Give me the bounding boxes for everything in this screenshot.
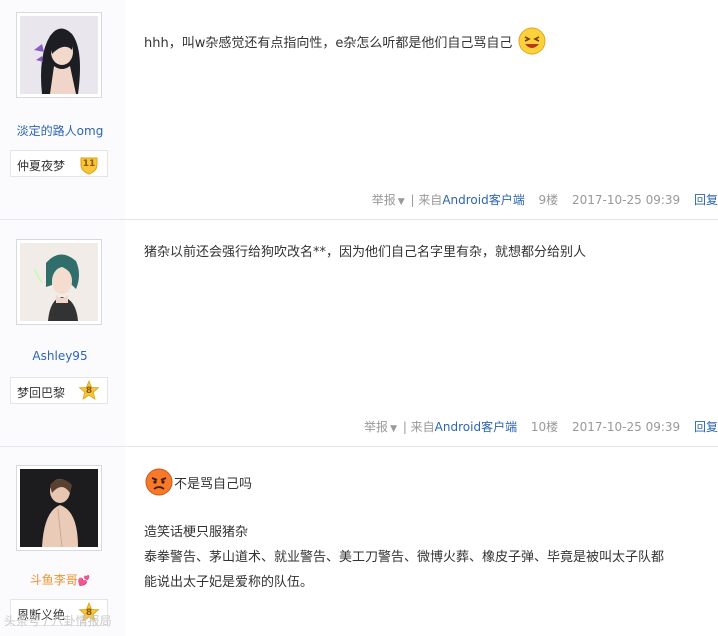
- username[interactable]: Ashley95: [0, 349, 120, 363]
- client-link[interactable]: Android客户端: [435, 420, 517, 434]
- avatar-image: [20, 243, 98, 321]
- report-link[interactable]: 举报: [364, 420, 388, 434]
- username[interactable]: 斗鱼李哥💕: [0, 571, 120, 588]
- post-floor-9: 淡定的路人omg 仲夏夜梦 11 hhh，叫w杂感觉还有点指向性，e杂怎么听都是…: [0, 0, 718, 220]
- client-link[interactable]: Android客户端: [442, 193, 524, 207]
- content-line: 能说出太子妃是爱称的队伍。: [144, 575, 314, 590]
- avatar-image: [20, 16, 98, 94]
- user-sidebar: 淡定的路人omg 仲夏夜梦 11: [0, 0, 125, 219]
- angry-emoji-icon: [145, 468, 173, 496]
- floor-number: 9楼: [538, 193, 559, 207]
- post-content: hhh，叫w杂感觉还有点指向性，e杂怎么听都是他们自己骂自己: [144, 26, 712, 56]
- post-floor-10: Ashley95 梦回巴黎 8 猪杂以前还会强行给狗吹改名**，因为他们自己名字…: [0, 220, 718, 447]
- post-footer: 举报 ▼ | 来自Android客户端 10楼 2017-10-25 09:39 …: [364, 418, 718, 435]
- content-line: hhh，叫w杂感觉还有点指向性，e杂怎么听都是他们自己骂自己: [144, 36, 513, 51]
- watermark: 头条号 / 八卦情报局: [4, 614, 112, 628]
- post-content: 猪杂以前还会强行给狗吹改名**，因为他们自己名字里有杂，就想都分给别人: [144, 240, 712, 265]
- post-footer: 举报 ▼ | 来自Android客户端 9楼 2017-10-25 09:39 回…: [372, 191, 718, 208]
- content-line: 猪杂以前还会强行给狗吹改名**，因为他们自己名字里有杂，就想都分给别人: [144, 245, 587, 260]
- level-title: 仲夏夜梦: [17, 159, 66, 173]
- quote-line: 不是骂自己吗: [144, 467, 712, 502]
- source-prefix: | 来自: [402, 420, 435, 434]
- caret-down-icon[interactable]: ▼: [398, 197, 405, 207]
- user-sidebar: 斗鱼李哥💕 恩断义绝 8: [0, 447, 125, 636]
- avatar[interactable]: [16, 465, 102, 551]
- floor-number: 10楼: [530, 420, 559, 434]
- avatar-image: [20, 469, 98, 547]
- level-badge-icon: 8: [78, 380, 100, 402]
- caret-down-icon[interactable]: ▼: [390, 424, 397, 434]
- username[interactable]: 淡定的路人omg: [0, 122, 120, 139]
- post-content: 不是骂自己吗 造笑话梗只服猪杂 泰拳警告、茅山道术、就业警告、美工刀警告、微博火…: [144, 467, 712, 595]
- laugh-emoji-icon: [518, 27, 545, 55]
- level-number: 11: [82, 159, 96, 169]
- user-level-box[interactable]: 仲夏夜梦 11: [10, 150, 108, 177]
- report-link[interactable]: 举报: [372, 193, 396, 207]
- content-line: 泰拳警告、茅山道术、就业警告、美工刀警告、微博火葬、橡皮子弹、毕竟是被叫太子队都: [144, 550, 665, 565]
- level-badge-icon: 11: [78, 153, 100, 175]
- post-time: 2017-10-25 09:39: [572, 420, 681, 434]
- post-time: 2017-10-25 09:39: [572, 193, 681, 207]
- user-level-box[interactable]: 梦回巴黎 8: [10, 377, 108, 404]
- avatar[interactable]: [16, 239, 102, 325]
- reply-button[interactable]: 回复: [694, 420, 718, 434]
- source-prefix: | 来自: [410, 193, 443, 207]
- reply-button[interactable]: 回复: [694, 193, 718, 207]
- content-line: 造笑话梗只服猪杂: [144, 525, 249, 540]
- heart-icon: 💕: [77, 576, 91, 587]
- user-sidebar: Ashley95 梦回巴黎 8: [0, 220, 125, 446]
- level-number: 8: [85, 386, 93, 396]
- avatar[interactable]: [16, 12, 102, 98]
- level-title: 梦回巴黎: [17, 386, 66, 400]
- post-floor-11: 斗鱼李哥💕 恩断义绝 8 不是骂自己吗 造笑话梗只服猪杂 泰拳警告、茅山道术、就…: [0, 447, 718, 636]
